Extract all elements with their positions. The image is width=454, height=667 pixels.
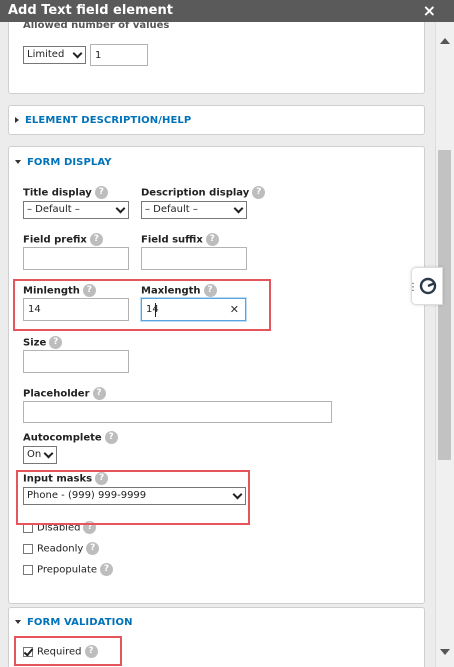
help-icon[interactable]: ?: [49, 336, 63, 349]
size-label: Size?: [23, 336, 63, 349]
checkbox-box[interactable]: [23, 543, 33, 554]
highlight-required: [14, 636, 122, 666]
title-display-select[interactable]: – Default –: [23, 201, 129, 219]
description-display-value: – Default –: [145, 204, 198, 215]
chevron-down-icon: [115, 203, 126, 214]
placeholder-input[interactable]: [23, 401, 332, 423]
dialog-content: Allowed number of values Limited 1 ELEME…: [0, 22, 435, 667]
limit-select-value: Limited: [27, 49, 65, 60]
close-icon[interactable]: ×: [423, 1, 436, 20]
field-suffix-input[interactable]: [141, 247, 247, 270]
help-icon[interactable]: ?: [89, 233, 103, 246]
autocomplete-label: Autocomplete?: [23, 431, 118, 444]
scroll-down-icon[interactable]: [440, 649, 450, 655]
form-validation-header[interactable]: FORM VALIDATION: [15, 617, 133, 628]
help-icon[interactable]: ?: [86, 542, 100, 555]
field-prefix-label: Field prefix?: [23, 233, 103, 246]
limit-value-text: 1: [95, 50, 102, 61]
help-icon[interactable]: ?: [205, 233, 219, 246]
form-display-panel: FORM DISPLAY Title display? – Default – …: [8, 146, 425, 604]
expanded-arrow-icon: [15, 160, 21, 164]
dialog-title: Add Text field element: [8, 3, 173, 18]
chevron-down-icon: [72, 48, 83, 59]
scroll-thumb[interactable]: [438, 150, 451, 460]
limit-select[interactable]: Limited: [23, 46, 86, 64]
title-display-value: – Default –: [27, 204, 80, 215]
allowed-values-label: Allowed number of values: [23, 22, 170, 31]
dialog-titlebar: Add Text field element ×: [0, 0, 454, 22]
highlight-length-fields: [13, 279, 271, 331]
help-icon[interactable]: ?: [94, 186, 108, 199]
help-icon[interactable]: ?: [252, 186, 266, 199]
element-description-title: ELEMENT DESCRIPTION/HELP: [25, 115, 192, 126]
description-display-select[interactable]: – Default –: [141, 201, 247, 219]
form-validation-title: FORM VALIDATION: [27, 617, 133, 628]
help-icon[interactable]: ?: [92, 387, 106, 400]
prepopulate-checkbox[interactable]: Prepopulate?: [23, 563, 114, 576]
readonly-checkbox[interactable]: Readonly?: [23, 542, 100, 555]
chevron-down-icon: [233, 203, 244, 214]
scroll-up-icon[interactable]: [440, 38, 450, 44]
help-icon[interactable]: ?: [100, 563, 114, 576]
element-description-panel[interactable]: ELEMENT DESCRIPTION/HELP: [8, 105, 425, 135]
side-widget[interactable]: ⋮: [408, 267, 443, 305]
autocomplete-value: On: [27, 449, 42, 460]
highlight-input-masks: [16, 470, 250, 525]
placeholder-label: Placeholder?: [23, 387, 106, 400]
title-display-label: Title display?: [23, 186, 108, 199]
autocomplete-select[interactable]: On: [23, 446, 57, 464]
checkbox-box[interactable]: [23, 564, 33, 575]
description-display-label: Description display?: [141, 186, 266, 199]
form-display-title: FORM DISPLAY: [27, 157, 112, 168]
element-description-header[interactable]: ELEMENT DESCRIPTION/HELP: [15, 115, 191, 126]
size-input[interactable]: [23, 350, 129, 373]
field-prefix-input[interactable]: [23, 247, 129, 270]
help-icon[interactable]: ?: [104, 431, 118, 444]
limit-value-input[interactable]: 1: [90, 44, 148, 66]
logo-icon: [419, 277, 437, 295]
drag-handle-icon[interactable]: ⋮: [408, 282, 418, 293]
dialog-scrollbar[interactable]: [435, 22, 454, 667]
field-suffix-label: Field suffix?: [141, 233, 219, 246]
collapsed-arrow-icon: [15, 117, 19, 123]
chevron-down-icon: [43, 448, 54, 459]
form-display-header[interactable]: FORM DISPLAY: [15, 157, 112, 168]
allowed-values-panel: Allowed number of values Limited 1: [8, 22, 425, 94]
expanded-arrow-icon: [15, 620, 21, 624]
